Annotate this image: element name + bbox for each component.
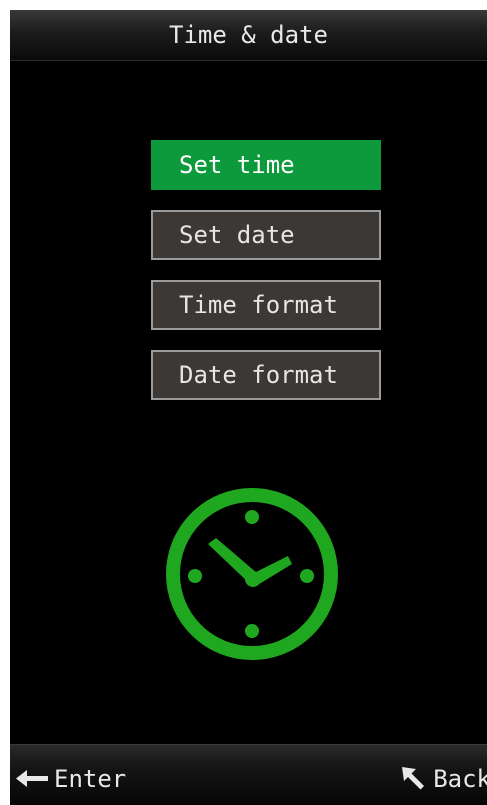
- clock-mark-6: [245, 624, 259, 638]
- back-label: Back: [433, 765, 487, 793]
- clock-mark-9: [188, 569, 202, 583]
- page-title: Time & date: [169, 21, 328, 49]
- enter-softkey[interactable]: Enter: [14, 759, 126, 799]
- back-arrow-icon: [402, 767, 425, 790]
- device-screen: Time & date Set time Set date Time forma…: [10, 10, 487, 805]
- menu-item-time-format[interactable]: Time format: [151, 280, 381, 330]
- softkey-bar: Enter Back: [10, 744, 487, 805]
- enter-label: Enter: [54, 765, 127, 793]
- menu-item-date-format[interactable]: Date format: [151, 350, 381, 400]
- menu-item-set-date[interactable]: Set date: [151, 210, 381, 260]
- menu-item-label: Set time: [179, 151, 295, 179]
- enter-arrow-icon: [16, 770, 48, 787]
- menu-item-label: Set date: [179, 221, 295, 249]
- menu-item-label: Time format: [179, 291, 338, 319]
- clock-mark-12: [245, 510, 259, 524]
- back-softkey[interactable]: Back: [399, 759, 487, 799]
- clock-mark-3: [300, 569, 314, 583]
- menu-item-label: Date format: [179, 361, 338, 389]
- menu-item-set-time[interactable]: Set time: [151, 140, 381, 190]
- title-bar: Time & date: [10, 10, 487, 61]
- clock-center: [245, 571, 261, 587]
- clock-icon: [166, 488, 338, 660]
